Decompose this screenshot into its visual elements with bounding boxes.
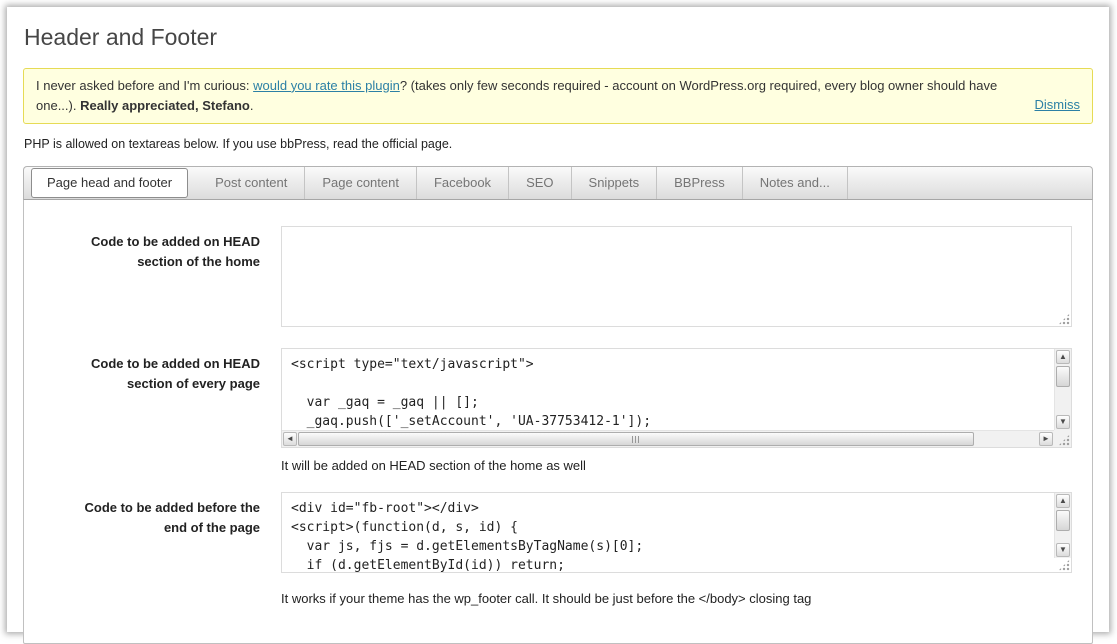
scroll-left-icon[interactable]: ◄: [283, 432, 297, 447]
plugin-settings-window: Header and Footer I never asked before a…: [7, 7, 1109, 644]
head-home-code-editor: [281, 226, 1072, 328]
vertical-scrollbar[interactable]: ▲ ▼: [1054, 493, 1071, 559]
field-note-head-every-page: It will be added on HEAD section of the …: [281, 458, 586, 474]
tab-facebook[interactable]: Facebook: [417, 167, 510, 200]
rate-plugin-notice: I never asked before and I'm curious: wo…: [23, 67, 1093, 125]
tab-bar: Page head and footer Post content Page c…: [23, 166, 1093, 201]
scroll-down-icon[interactable]: ▼: [1056, 543, 1070, 558]
before-end-code-editor: <div id="fb-root"></div> <script>(functi…: [281, 492, 1072, 574]
field-label-before-end: Code to be added before the end of the p…: [84, 500, 260, 535]
vertical-scroll-thumb[interactable]: [1056, 366, 1070, 388]
scroll-up-icon[interactable]: ▲: [1056, 350, 1070, 365]
vertical-scroll-thumb[interactable]: [1056, 510, 1070, 532]
page-title: Header and Footer: [24, 24, 218, 50]
horizontal-scrollbar[interactable]: ◄ ►: [282, 430, 1054, 448]
tab-snippets[interactable]: Snippets: [572, 167, 658, 200]
tab-bbpress[interactable]: BBPress: [657, 167, 743, 200]
intro-text: PHP is allowed on textareas below. If yo…: [24, 137, 453, 152]
head-every-page-code-textarea[interactable]: <script type="text/javascript"> var _gaq…: [282, 349, 1054, 431]
field-label-head-every-page: Code to be added on HEAD section of ever…: [91, 356, 260, 391]
head-home-code-textarea[interactable]: [282, 227, 1071, 327]
tab-notes[interactable]: Notes and...: [743, 167, 848, 200]
thumb-grip-icon: [632, 435, 640, 443]
head-every-page-code-editor: <script type="text/javascript"> var _gaq…: [281, 348, 1072, 449]
form-row-head-every-page: Code to be added on HEAD section of ever…: [24, 348, 1092, 473]
notice-text-bold: Really appreciated, Stefano: [80, 98, 250, 114]
field-before-end: <div id="fb-root"></div> <script>(functi…: [281, 492, 1072, 606]
horizontal-scroll-thumb[interactable]: [298, 432, 974, 447]
settings-panel: Code to be added on HEAD section of the …: [23, 200, 1093, 644]
tab-page-content[interactable]: Page content: [305, 167, 417, 200]
page-content: Header and Footer I never asked before a…: [7, 7, 1109, 644]
tab-seo[interactable]: SEO: [509, 167, 572, 200]
tab-post-content[interactable]: Post content: [198, 167, 306, 200]
notice-text-end: .: [249, 98, 254, 114]
field-head-home: [281, 226, 1072, 328]
rate-plugin-link[interactable]: would you rate this plugin: [253, 78, 400, 93]
form-row-before-end: Code to be added before the end of the p…: [24, 492, 1092, 606]
form-row-head-home: Code to be added on HEAD section of the …: [24, 226, 1092, 328]
field-note-before-end: It works if your theme has the wp_footer…: [281, 591, 812, 607]
field-label-head-home: Code to be added on HEAD section of the …: [91, 234, 260, 269]
field-head-every-page: <script type="text/javascript"> var _gaq…: [281, 348, 1072, 473]
tab-page-head-and-footer[interactable]: Page head and footer: [31, 168, 189, 199]
before-end-code-textarea[interactable]: <div id="fb-root"></div> <script>(functi…: [282, 493, 1054, 573]
scroll-up-icon[interactable]: ▲: [1056, 494, 1070, 509]
dismiss-link[interactable]: Dismiss: [1035, 95, 1081, 115]
notice-text-intro: I never asked before and I'm curious:: [36, 77, 254, 93]
resize-grip-icon[interactable]: [1058, 559, 1070, 572]
scroll-right-icon[interactable]: ►: [1039, 432, 1053, 447]
scroll-down-icon[interactable]: ▼: [1056, 415, 1070, 430]
vertical-scrollbar[interactable]: ▲ ▼: [1054, 349, 1071, 431]
